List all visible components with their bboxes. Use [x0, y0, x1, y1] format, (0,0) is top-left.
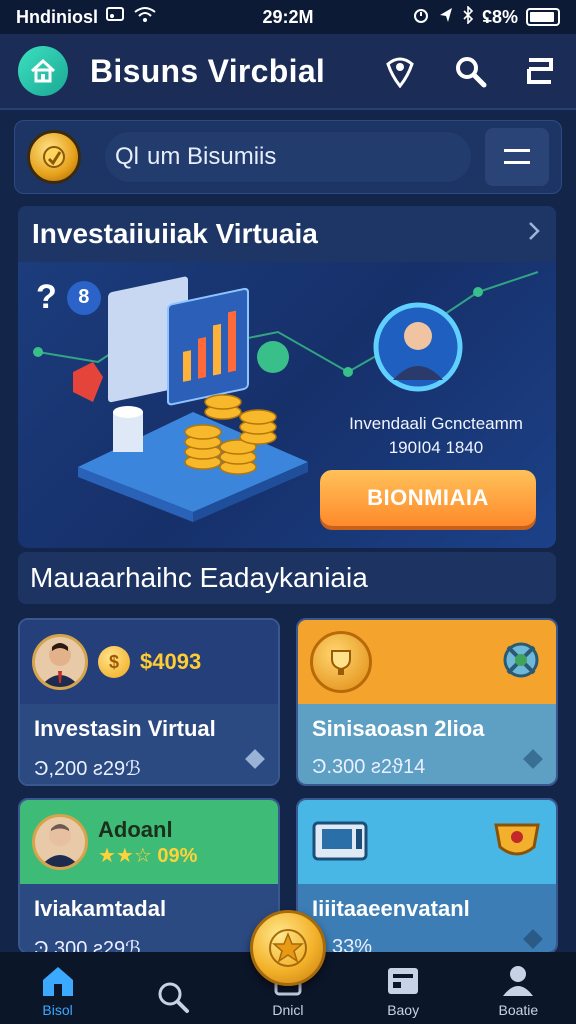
- status-time: 29:2M: [262, 6, 314, 27]
- lock-badge-icon[interactable]: 8: [66, 280, 101, 315]
- location-icon: [438, 6, 454, 29]
- card-sub-2: Ͽ.300 ƨ2ϑ14: [312, 756, 426, 778]
- nav-coin-label: Dnicl: [272, 1002, 304, 1018]
- search-field[interactable]: Ql: [105, 132, 471, 182]
- atm-machine-icon: [310, 815, 370, 870]
- app-header: Bisuns Vircbial: [0, 34, 576, 110]
- investment-card-2[interactable]: Sinisaoasn 2lioa Ͽ.300 ƨ2ϑ14: [296, 618, 558, 786]
- menu-e-icon[interactable]: [522, 53, 558, 89]
- nav-home[interactable]: Bisol: [13, 964, 103, 1018]
- dollar-coin-icon: $: [98, 646, 130, 678]
- hamburger-menu-button[interactable]: [485, 128, 549, 186]
- nav-profile[interactable]: Boatie: [473, 964, 563, 1018]
- card-avatar-3: [32, 814, 88, 870]
- app-title: Bisuns Vircbial: [90, 52, 326, 89]
- search-icon: [158, 982, 189, 1013]
- section-investment-header[interactable]: Investaiiuiiak Virtuaia: [18, 206, 556, 262]
- nav-wallet-label: Baoy: [387, 1002, 420, 1018]
- nav-search[interactable]: [128, 980, 218, 1018]
- battery-icon: [526, 8, 560, 26]
- cast-icon: [106, 6, 126, 29]
- home-logo-icon[interactable]: [18, 46, 68, 96]
- nav-wallet[interactable]: Baoy: [358, 964, 448, 1018]
- card-sub-1: Ͽ,200 ƨ29ℬ: [34, 758, 141, 780]
- wifi-icon: [134, 6, 156, 29]
- investment-card-4[interactable]: Iiiitaaeenvatanl Ͽ 33%: [296, 798, 558, 954]
- search-input[interactable]: [147, 143, 447, 171]
- nav-profile-label: Boatie: [498, 1002, 539, 1018]
- banner-caption-line2: 190I04 1840: [388, 438, 484, 457]
- bluetooth-icon: [462, 4, 474, 29]
- chevron-right-icon[interactable]: [526, 218, 542, 250]
- card-avatar-1: [32, 634, 88, 690]
- home-icon: [42, 967, 73, 996]
- card-name-3: Adoanl: [98, 816, 173, 842]
- banner-caption: Invendaali Gcncteamm 190I04 1840: [336, 412, 536, 460]
- banner-caption-line1: Invendaali Gcncteamm: [349, 414, 523, 433]
- promo-banner[interactable]: ? 8 Invendaali Gcncteamm 190I04 1840 BIO…: [18, 262, 556, 548]
- status-bar: Hndiniosl 29:2M ʢ8%: [0, 0, 576, 34]
- card-title-2: Sinisaoasn 2lioa: [312, 716, 485, 741]
- alarm-icon: [412, 6, 430, 29]
- search-icon[interactable]: [452, 53, 488, 89]
- section-investment-title: Investaiiuiiak Virtuaia: [32, 218, 318, 249]
- card-title-3: Iviakamtadal: [34, 896, 167, 921]
- wallet-icon: [388, 968, 419, 994]
- trophy-coin-icon: [310, 631, 372, 693]
- card-title-4: Iiiitaaeenvatanl: [312, 896, 470, 921]
- card-rating-3: ★★☆ 09%: [98, 844, 198, 867]
- floating-coin-button[interactable]: [250, 910, 326, 986]
- investment-card-1[interactable]: $ $4093 Investasin Virtual Ͽ,200 ƨ29ℬ: [18, 618, 280, 786]
- user-coin-avatar[interactable]: [27, 130, 81, 184]
- help-badge[interactable]: ?: [36, 278, 57, 317]
- carrier-label: Hndiniosl: [16, 6, 98, 27]
- coin-star-icon: [269, 929, 307, 967]
- compass-icon: [498, 637, 544, 688]
- card-price-1: $4093: [140, 649, 202, 674]
- profile-icon: [503, 966, 534, 996]
- search-row: Ql: [14, 120, 562, 194]
- card-title-1: Investasin Virtual: [34, 716, 216, 741]
- section-marketplace-title: Mauaarhaihc Eadaykaniaia: [30, 562, 368, 593]
- location-pin-icon[interactable]: [382, 53, 418, 89]
- section-marketplace-header[interactable]: Mauaarhaihc Eadaykaniaia: [18, 552, 556, 604]
- battery-percent: ʢ8%: [481, 6, 518, 27]
- treasure-trophy-icon: [490, 817, 544, 868]
- nav-home-label: Bisol: [42, 1002, 73, 1018]
- investment-card-3[interactable]: Adoanl ★★☆ 09% Iviakamtadal Ͽ 300 ƨ29ℬ: [18, 798, 280, 954]
- banner-cta-button[interactable]: BIONMIAIA: [320, 470, 536, 526]
- search-prefix: Ql: [115, 143, 139, 170]
